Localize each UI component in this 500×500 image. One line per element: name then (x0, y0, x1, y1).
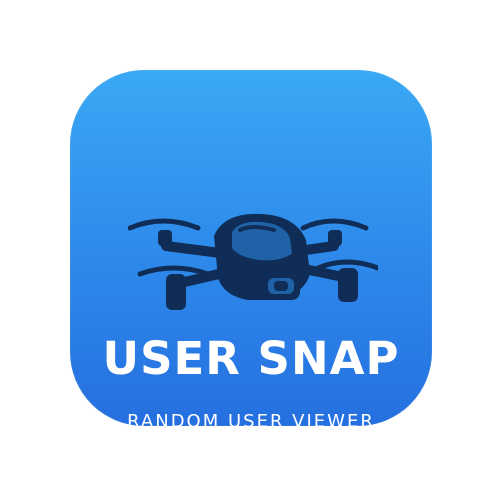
app-tagline: RANDOM USER VIEWER (127, 411, 375, 427)
drone-icon (128, 213, 378, 310)
app-icon: USER SNAP RANDOM USER VIEWER (70, 70, 432, 426)
canvas: USER SNAP RANDOM USER VIEWER (0, 0, 500, 500)
app-name: USER SNAP (102, 332, 400, 385)
